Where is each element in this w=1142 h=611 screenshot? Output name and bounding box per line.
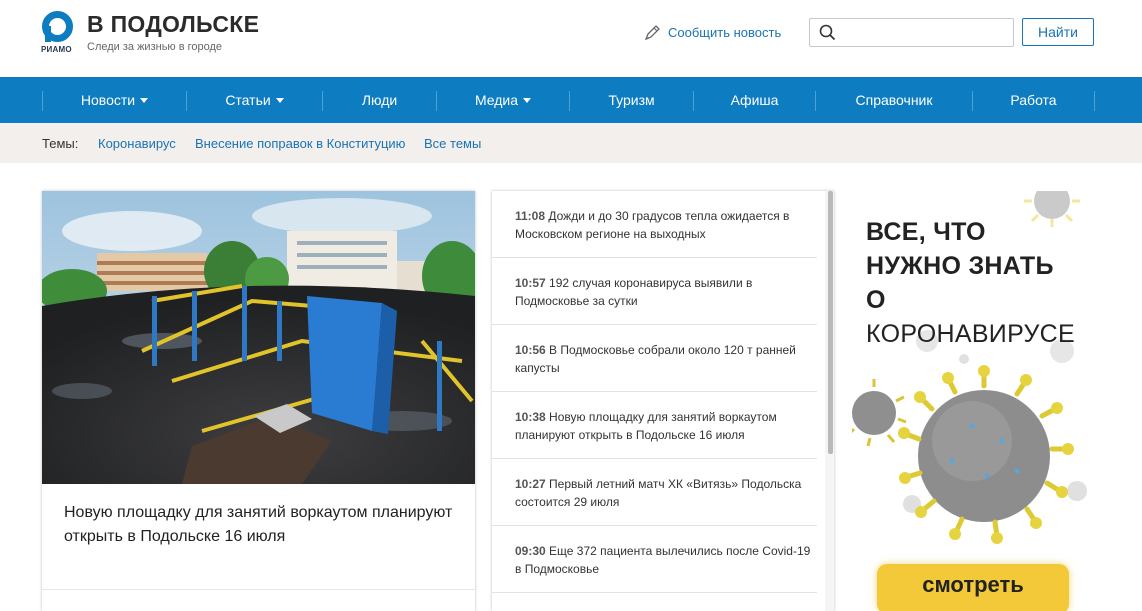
feed-item-text: 10:56 В Подмосковье собрали около 120 т … — [515, 341, 817, 377]
nav-item-label: Новости — [80, 92, 136, 108]
nav-item-label: Медиа — [474, 92, 519, 108]
feed-item-time: 10:38 — [515, 410, 546, 424]
nav-item-label: Афиша — [730, 92, 779, 108]
topic-link-constitution[interactable]: Внесение поправок в Конституцию — [195, 136, 405, 151]
feed-scrollbar-thumb[interactable] — [828, 191, 833, 454]
feed-item-time: 11:08 — [515, 209, 546, 223]
caret-down-icon — [275, 98, 284, 103]
site-header: РИАМО В ПОДОЛЬСКЕ Следи за жизнью в горо… — [0, 0, 1142, 77]
caret-down-icon — [523, 98, 532, 103]
nav-item-label: Работа — [1010, 92, 1057, 108]
search-icon — [819, 24, 836, 41]
search-input[interactable] — [844, 22, 1008, 43]
feed-item[interactable]: 10:56 В Подмосковье собрали около 120 т … — [492, 325, 817, 392]
site-title[interactable]: В ПОДОЛЬСКЕ — [87, 11, 259, 38]
feed-item[interactable]: 10:38 Новую площадку для занятий воркаут… — [492, 392, 817, 459]
banner-watch-button[interactable]: смотреть — [877, 564, 1069, 611]
topics-bar: Темы: Коронавирус Внесение поправок в Ко… — [0, 123, 1142, 163]
banner-word: О — [866, 286, 886, 314]
coronavirus-banner[interactable]: ВСЕ, ЧТО НУЖНО ЗНАТЬ О КОРОНАВИРУСЕ смот… — [852, 191, 1094, 611]
topic-link-coronavirus[interactable]: Коронавирус — [98, 136, 176, 151]
banner-line: НУЖНО ЗНАТЬ — [866, 252, 1054, 280]
feed-item-time: 09:30 — [515, 544, 546, 558]
feed-item[interactable]: 10:57 192 случая коронавируса выявили в … — [492, 258, 817, 325]
banner-headline: ВСЕ, ЧТО НУЖНО ЗНАТЬ О КОРОНАВИРУСЕ — [866, 215, 1094, 351]
news-feed: 11:08 Дожди и до 30 градусов тепла ожида… — [492, 191, 834, 611]
nav-item-label: Туризм — [608, 92, 655, 108]
feed-item-headline: Первый летний матч ХК «Витязь» Подольска… — [515, 477, 802, 509]
nav-item-label: Справочник — [855, 92, 933, 108]
feed-item-text: 10:27 Первый летний матч ХК «Витязь» Под… — [515, 475, 817, 511]
nav-item-afisha[interactable]: Афиша — [694, 77, 815, 123]
feed-item-text: 10:57 192 случая коронавируса выявили в … — [515, 274, 817, 310]
feed-item-headline: Дожди и до 30 градусов тепла ожидается в… — [515, 209, 790, 241]
nav-item-jobs[interactable]: Работа — [973, 77, 1094, 123]
feed-item-time: 10:57 — [515, 276, 546, 290]
banner-word: КОРОНАВИРУСЕ — [866, 320, 1076, 348]
report-news-label: Сообщить новость — [668, 24, 782, 40]
nav-item-tourism[interactable]: Туризм — [570, 77, 693, 123]
feed-item-text: 11:08 Дожди и до 30 градусов тепла ожида… — [515, 207, 817, 243]
feed-item-headline: 192 случая коронавируса выявили в Подмос… — [515, 276, 753, 308]
nav-item-articles[interactable]: Статьи — [187, 77, 322, 123]
feed-item-time: 10:56 — [515, 343, 546, 357]
banner-line: ВСЕ, ЧТО — [866, 218, 986, 246]
topic-link-all[interactable]: Все темы — [424, 136, 481, 151]
feed-item-text: 09:30 Еще 372 пациента вылечились после … — [515, 542, 817, 578]
topics-label: Темы: — [42, 136, 79, 151]
feed-item-time: 10:27 — [515, 477, 546, 491]
nav-item-news[interactable]: Новости — [43, 77, 186, 123]
main-story-title[interactable]: Новую площадку для занятий воркаутом пла… — [64, 501, 459, 549]
feed-item-headline: Еще 372 пациента вылечились после Covid-… — [515, 544, 811, 576]
nav-item-directory[interactable]: Справочник — [816, 77, 972, 123]
story-photo[interactable] — [42, 191, 475, 484]
nav-item-media[interactable]: Медиа — [437, 77, 569, 123]
caret-down-icon — [140, 98, 149, 103]
search-button[interactable]: Найти — [1022, 18, 1094, 46]
feed-item-headline: Новую площадку для занятий воркаутом пла… — [515, 410, 777, 442]
pen-icon — [644, 24, 660, 40]
main-nav: Новости Статьи Люди Медиа Туризм Афиша С… — [0, 77, 1142, 123]
feed-scrollbar[interactable] — [825, 191, 834, 611]
nav-item-label: Статьи — [225, 92, 271, 108]
nav-item-label: Люди — [361, 92, 398, 108]
banner-line: О КОРОНАВИРУСЕ — [866, 283, 1094, 351]
feed-item[interactable]: 09:30 Еще 372 пациента вылечились после … — [492, 526, 817, 593]
logo-caption: РИАМО — [41, 45, 72, 54]
feed-item-text: 10:38 Новую площадку для занятий воркаут… — [515, 408, 817, 444]
feed-item[interactable]: 10:27 Первый летний матч ХК «Витязь» Под… — [492, 459, 817, 526]
site-tagline: Следи за жизнью в городе — [87, 41, 223, 53]
report-news-link[interactable]: Сообщить новость — [643, 22, 781, 42]
card-divider — [42, 589, 475, 590]
search-box[interactable] — [809, 18, 1014, 47]
nav-separator — [1094, 91, 1095, 111]
nav-item-people[interactable]: Люди — [323, 77, 436, 123]
main-story-card[interactable]: Новую площадку для занятий воркаутом пла… — [42, 191, 475, 611]
feed-item-headline: В Подмосковье собрали около 120 т ранней… — [515, 343, 796, 375]
feed-item[interactable]: 11:08 Дожди и до 30 градусов тепла ожида… — [492, 191, 817, 258]
riamo-logo-icon[interactable] — [42, 11, 73, 42]
